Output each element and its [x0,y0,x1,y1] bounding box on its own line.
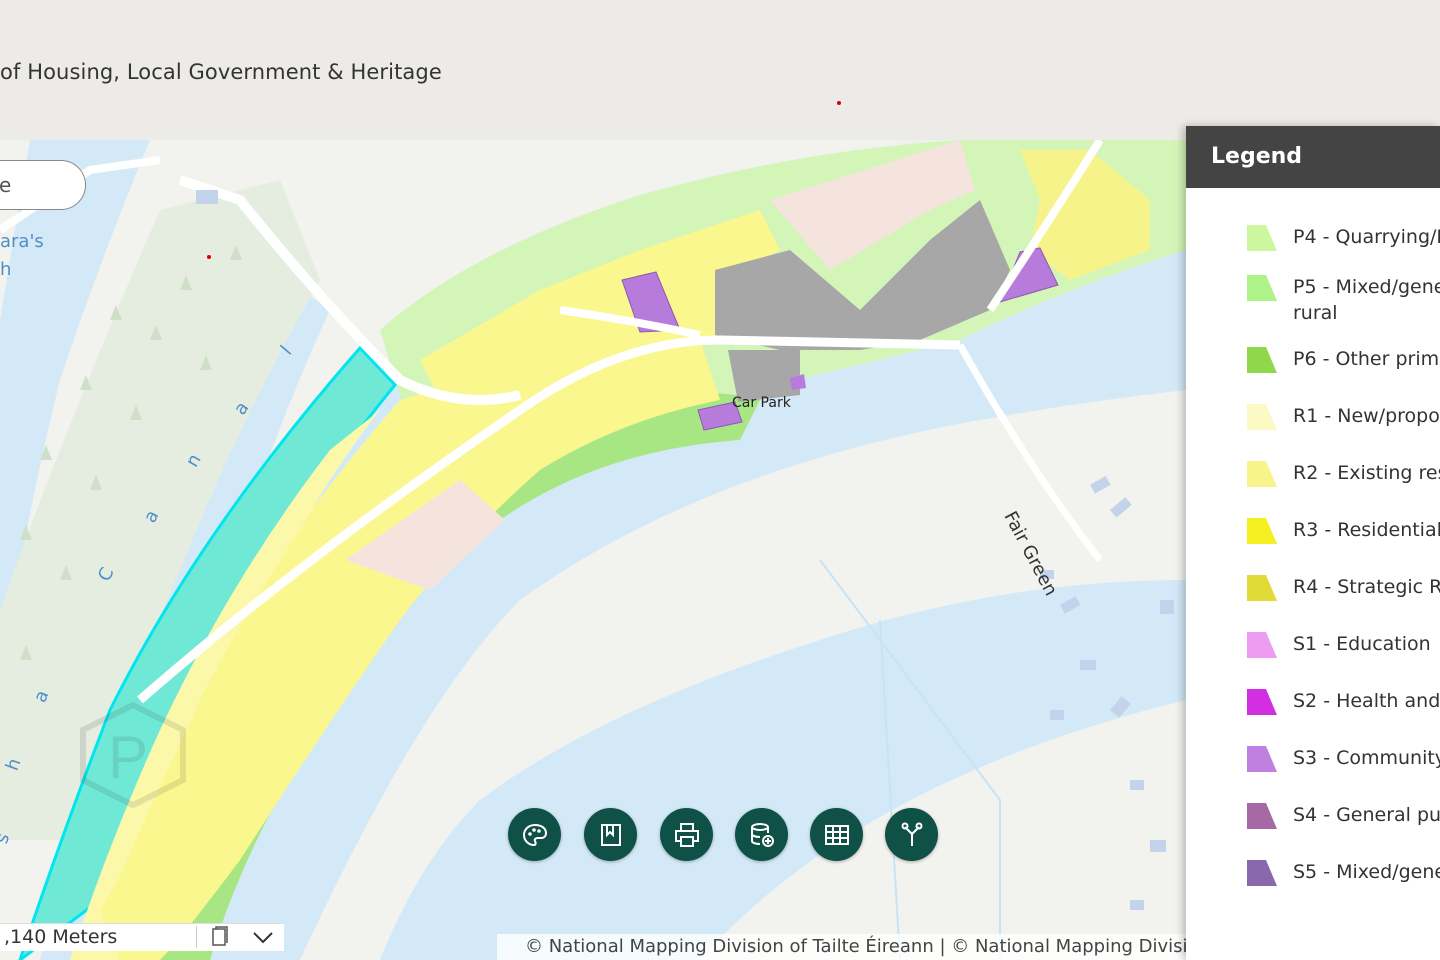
legend-swatch [1246,517,1278,545]
scale-dropdown-button[interactable] [246,926,280,948]
car-park-label: Car Park [732,395,791,411]
legend-swatch [1246,460,1278,488]
chevron-down-icon [253,932,273,944]
legend-label: R3 - Residential, [1293,519,1440,541]
legend-swatch [1246,346,1278,374]
header-marker-dot [837,101,841,105]
legend-swatch [1246,688,1278,716]
legend-swatch [1246,224,1278,252]
bookmarks-button[interactable] [584,808,637,861]
legend-title: Legend [1211,144,1303,169]
legend-swatch [1246,274,1278,302]
app-header: of Housing, Local Government & Heritage [0,0,1440,140]
basemap-button[interactable] [508,808,561,861]
search-input[interactable]: e [0,160,86,210]
palette-icon [522,823,547,846]
scale-divider [196,926,197,948]
legend-label: P5 - Mixed/gene rural [1293,276,1440,324]
legend-label: S2 - Health and r [1293,690,1440,712]
legend-swatch [1246,631,1278,659]
legend-panel: Legend P4 - Quarrying/M P5 - Mixed/gene r… [1186,126,1440,960]
legend-label: S1 - Education [1293,633,1431,655]
add-data-button[interactable] [735,808,788,861]
header-title: of Housing, Local Government & Heritage [0,60,442,84]
print-button[interactable] [660,808,713,861]
legend-swatch [1246,745,1278,773]
table-button[interactable] [810,808,863,861]
legend-swatch [1246,574,1278,602]
map-toolbar [508,808,938,864]
legend-label: S5 - Mixed/gene [1293,861,1440,883]
legend-label: S3 - Community [1293,747,1440,769]
scale-bar: ,140 Meters [0,923,284,951]
copy-icon [212,926,228,946]
place-label-line2: h [0,259,12,280]
place-label-fragment: ara's h [0,228,44,284]
legend-header: Legend [1186,126,1440,188]
bookmark-icon [600,823,621,846]
map-attribution: © National Mapping Division of Tailte Éi… [497,934,1186,960]
share-icon [901,822,922,846]
copy-button[interactable] [206,926,232,948]
place-label-line1: ara's [0,231,44,252]
legend-label: R1 - New/propos [1293,405,1440,427]
printer-icon [674,822,699,847]
legend-label: P4 - Quarrying/M [1293,226,1440,248]
table-icon [824,824,849,845]
legend-swatch [1246,802,1278,830]
legend-swatch [1246,859,1278,887]
svg-text:P: P [108,724,148,791]
scale-text: ,140 Meters [4,926,118,948]
legend-swatch [1246,403,1278,431]
database-add-icon [750,822,774,847]
legend-label: R2 - Existing resi [1293,462,1440,484]
watermark-logo: P [78,700,188,810]
share-button[interactable] [885,808,938,861]
legend-label: S4 - General pub [1293,804,1440,826]
legend-label: P6 - Other prima [1293,348,1440,370]
legend-label: R4 - Strategic Re [1293,576,1440,598]
